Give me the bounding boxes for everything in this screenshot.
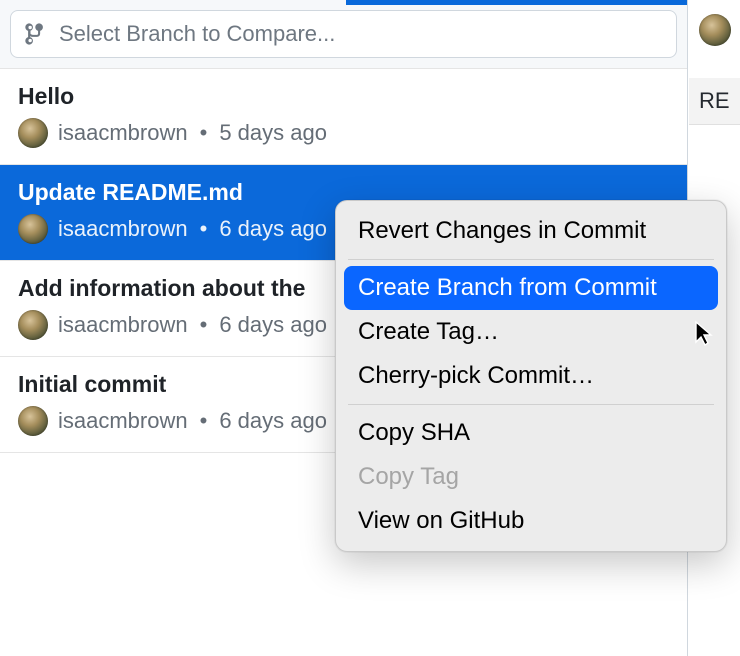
commit-title: Hello — [18, 83, 669, 110]
separator-dot: • — [200, 216, 208, 242]
menu-item-revert-changes[interactable]: Revert Changes in Commit — [344, 209, 718, 253]
menu-item-view-on-github[interactable]: View on GitHub — [344, 499, 718, 543]
details-filename[interactable]: RE — [689, 78, 740, 125]
commit-author: isaacmbrown — [58, 216, 188, 242]
menu-item-create-branch[interactable]: Create Branch from Commit — [344, 266, 718, 310]
menu-item-copy-sha[interactable]: Copy SHA — [344, 411, 718, 455]
separator-dot: • — [200, 120, 208, 146]
commit-time: 6 days ago — [219, 216, 327, 242]
context-menu: Revert Changes in Commit Create Branch f… — [335, 200, 727, 552]
branch-selector-bar: Select Branch to Compare... — [0, 0, 687, 69]
menu-item-cherry-pick[interactable]: Cherry-pick Commit… — [344, 354, 718, 398]
separator-dot: • — [200, 312, 208, 338]
menu-separator — [348, 259, 714, 260]
menu-item-create-tag[interactable]: Create Tag… — [344, 310, 718, 354]
branch-compare-placeholder: Select Branch to Compare... — [59, 21, 335, 47]
commit-author: isaacmbrown — [58, 408, 188, 434]
avatar — [18, 118, 48, 148]
avatar — [18, 310, 48, 340]
commit-time: 5 days ago — [219, 120, 327, 146]
details-avatar-row — [689, 0, 740, 46]
commit-meta: isaacmbrown • 5 days ago — [18, 118, 669, 148]
avatar — [699, 14, 731, 46]
branch-compare-select[interactable]: Select Branch to Compare... — [10, 10, 677, 58]
commit-time: 6 days ago — [219, 312, 327, 338]
avatar — [18, 214, 48, 244]
commit-author: isaacmbrown — [58, 120, 188, 146]
tab-indicator — [346, 0, 687, 5]
menu-separator — [348, 404, 714, 405]
commit-author: isaacmbrown — [58, 312, 188, 338]
separator-dot: • — [200, 408, 208, 434]
menu-item-copy-tag: Copy Tag — [344, 455, 718, 499]
git-branch-icon — [25, 22, 47, 46]
commit-time: 6 days ago — [219, 408, 327, 434]
commit-item[interactable]: Hello isaacmbrown • 5 days ago — [0, 69, 687, 165]
avatar — [18, 406, 48, 436]
